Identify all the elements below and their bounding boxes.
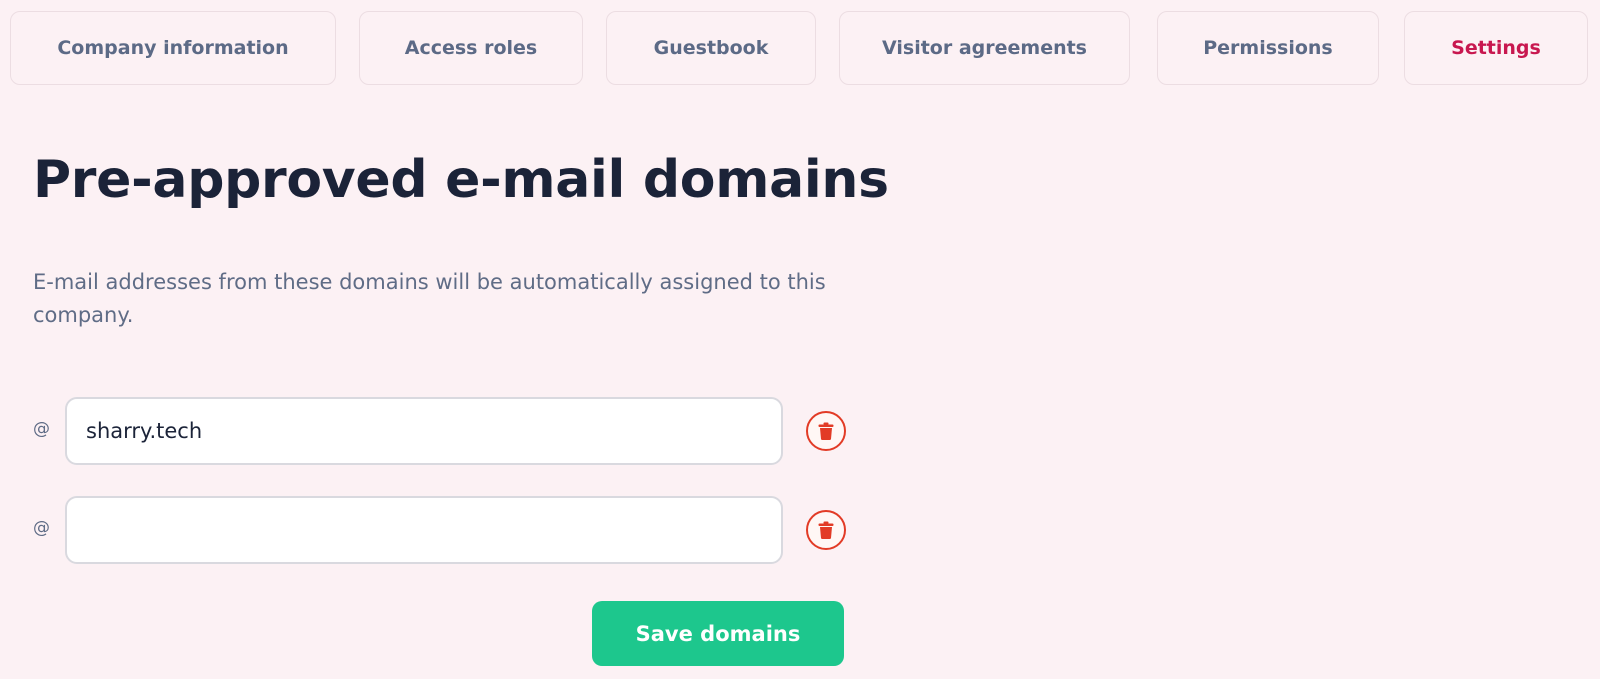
domain-input[interactable]	[65, 397, 783, 465]
delete-domain-button[interactable]	[806, 411, 846, 451]
at-prefix: @	[33, 419, 50, 439]
domain-row: @	[33, 496, 853, 564]
tab-company-information[interactable]: Company information	[10, 11, 336, 85]
page-title: Pre-approved e-mail domains	[33, 150, 889, 210]
tab-guestbook[interactable]: Guestbook	[606, 11, 816, 85]
tab-permissions[interactable]: Permissions	[1157, 11, 1379, 85]
delete-domain-button[interactable]	[806, 510, 846, 550]
trash-icon	[818, 422, 834, 440]
domain-input[interactable]	[65, 496, 783, 564]
section-description: E-mail addresses from these domains will…	[33, 270, 826, 327]
tab-bar: Company information Access roles Guestbo…	[10, 11, 1588, 85]
tab-settings[interactable]: Settings	[1404, 11, 1588, 85]
tab-visitor-agreements[interactable]: Visitor agreements	[839, 11, 1130, 85]
save-domains-button[interactable]: Save domains	[592, 601, 844, 666]
tab-access-roles[interactable]: Access roles	[359, 11, 583, 85]
domain-row: @	[33, 397, 853, 465]
at-prefix: @	[33, 518, 50, 538]
trash-icon	[818, 521, 834, 539]
